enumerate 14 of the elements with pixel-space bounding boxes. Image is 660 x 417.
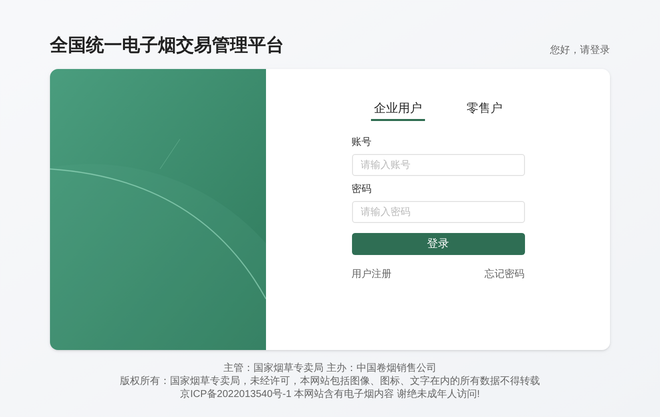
footer-text: 版权所有：国家烟草专卖局，未经许可，本网站包括图像、图标、文字在内的所有数据不得转载 bbox=[120, 375, 540, 388]
input-field[interactable]: 请输入账号 bbox=[352, 154, 524, 176]
register-link[interactable]: 用户注册 bbox=[352, 267, 392, 282]
footer-text: 主管：国家烟草专卖局 主办：中国卷烟销售公司 bbox=[224, 362, 436, 375]
site-title: 全国统一电子烟交易管理平台 bbox=[50, 36, 284, 57]
footer-text: 京ICP备2022013540号-1 本网站含有电子烟内容 谢绝未成年人访问! bbox=[180, 388, 480, 401]
login-button[interactable]: 登录 bbox=[352, 233, 524, 255]
input-field[interactable]: 请输入密码 bbox=[352, 201, 524, 223]
login-tab[interactable]: 企业用户 bbox=[370, 99, 425, 121]
forgot-password-link[interactable]: 忘记密码 bbox=[484, 267, 524, 282]
login-tab[interactable]: 零售户 bbox=[463, 99, 506, 121]
greeting-link[interactable]: 您好，请登录 bbox=[550, 43, 610, 64]
field-label: 密码 bbox=[352, 182, 372, 197]
field-label: 账号 bbox=[352, 136, 372, 150]
